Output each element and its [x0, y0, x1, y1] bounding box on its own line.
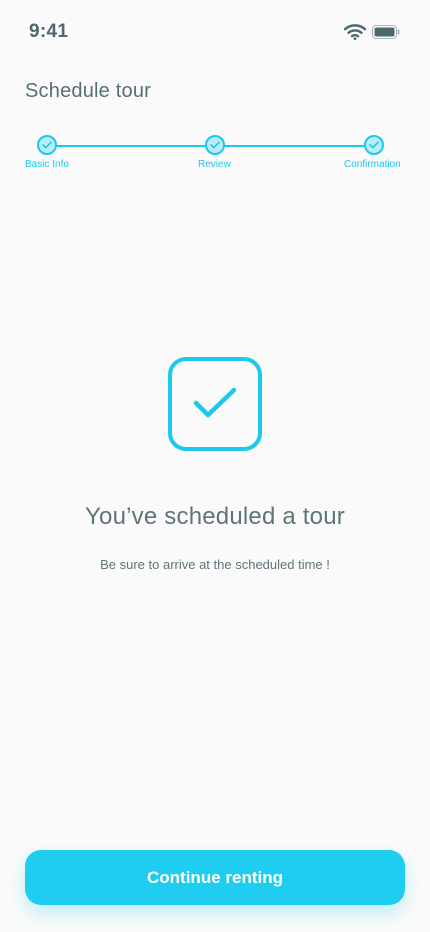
step-confirmation — [364, 135, 384, 155]
status-bar: 9:41 — [0, 0, 430, 64]
continue-renting-button[interactable]: Continue renting — [25, 850, 405, 905]
status-icons — [343, 24, 400, 45]
progress-stepper: Basic Info Review Confirmation — [0, 130, 430, 180]
step-label-basic-info: Basic Info — [25, 159, 69, 170]
step-review — [205, 135, 225, 155]
confirmation-title: You’ve scheduled a tour — [85, 503, 345, 530]
step-label-review: Review — [198, 159, 231, 170]
page-title: Schedule tour — [25, 80, 152, 102]
confirmation-subtitle: Be sure to arrive at the scheduled time … — [100, 557, 330, 572]
check-icon — [42, 136, 52, 154]
battery-icon — [372, 25, 400, 44]
check-icon — [369, 136, 379, 154]
wifi-icon — [343, 24, 367, 45]
step-label-confirmation: Confirmation — [344, 159, 401, 170]
check-icon — [210, 136, 220, 154]
checkmark-square-icon — [168, 357, 262, 451]
step-basic-info — [37, 135, 57, 155]
status-time: 9:41 — [29, 21, 69, 42]
